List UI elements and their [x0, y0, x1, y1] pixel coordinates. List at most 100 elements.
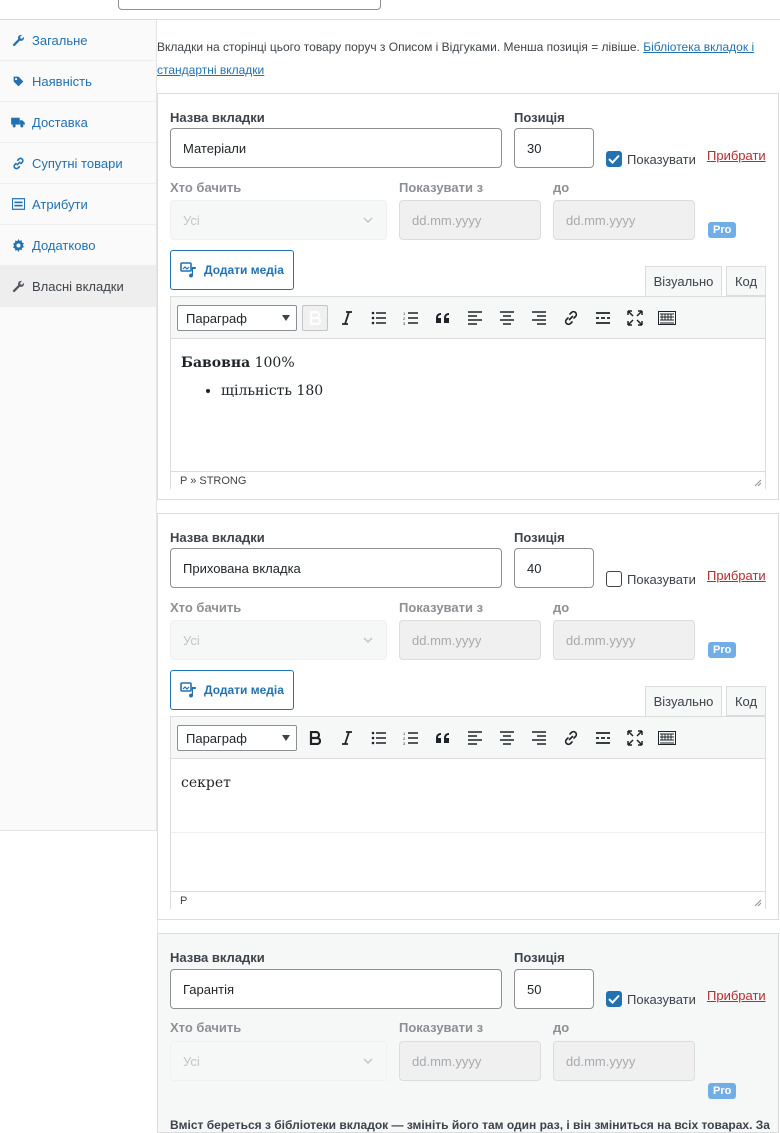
sidebar-item-label: Атрибути [32, 196, 88, 212]
show-checkbox[interactable] [606, 571, 622, 587]
sidebar-item-attributes[interactable]: Атрибути [0, 184, 156, 225]
audience-select: Усі [170, 1041, 387, 1081]
media-icon [180, 262, 198, 278]
custom-tab-card: Назва вкладки Прихована вкладка Позиція … [157, 513, 779, 920]
library-note: Вміст береться з бібліотеки вкладок — зм… [170, 1118, 770, 1132]
tab-visual[interactable]: Візуально [645, 686, 722, 716]
sidebar-item-label: Супутні товари [32, 155, 123, 171]
show-checkbox[interactable] [606, 151, 622, 167]
position-label: Позиція [514, 110, 565, 125]
italic-icon [342, 731, 352, 745]
content-bold-text: Бавовна [181, 355, 251, 371]
date-from-input: dd.mm.yyyy [399, 620, 541, 660]
bullet-list-button[interactable] [366, 305, 392, 331]
remove-link[interactable]: Прибрати [707, 148, 766, 163]
tab-name-label: Назва вкладки [170, 950, 265, 965]
intro-description: Вкладки на сторінці цього товару поруч з… [157, 40, 640, 54]
bold-icon [309, 311, 321, 325]
editor-content[interactable]: секрет [171, 759, 765, 891]
align-left-button[interactable] [462, 725, 488, 751]
remove-link[interactable]: Прибрати [707, 988, 766, 1003]
sidebar-item-label: Наявність [32, 73, 92, 89]
align-right-icon [532, 731, 546, 745]
sidebar-item-general[interactable]: Загальне [0, 20, 156, 61]
sidebar-item-label: Загальне [32, 32, 88, 48]
custom-tab-card: Назва вкладки Гарантія Позиція 50 Показу… [157, 933, 779, 1133]
sidebar-item-linked-products[interactable]: Супутні товари [0, 143, 156, 184]
link-icon [564, 310, 578, 326]
tab-name-label: Назва вкладки [170, 530, 265, 545]
show-checkbox[interactable] [606, 991, 622, 1007]
svg-text:3: 3 [403, 741, 406, 745]
bold-button[interactable] [302, 725, 328, 751]
tab-visual[interactable]: Візуально [645, 266, 722, 296]
sidebar-item-inventory[interactable]: Наявність [0, 61, 156, 102]
editor-toolbar: Параграф 123 [171, 297, 765, 339]
add-media-button[interactable]: Додати медіа [170, 670, 294, 710]
resize-handle-icon[interactable] [754, 899, 762, 907]
read-more-button[interactable] [590, 725, 616, 751]
read-more-button[interactable] [590, 305, 616, 331]
quote-icon [436, 313, 449, 323]
element-path: P [171, 891, 765, 909]
fullscreen-icon [627, 730, 643, 746]
format-select[interactable]: Параграф [177, 305, 297, 331]
fullscreen-button[interactable] [622, 305, 648, 331]
align-center-button[interactable] [494, 305, 520, 331]
add-media-button[interactable]: Додати медіа [170, 250, 294, 290]
top-input-stub[interactable] [118, 0, 381, 10]
tab-name-input[interactable]: Матеріали [170, 128, 502, 168]
format-select[interactable]: Параграф [177, 725, 297, 751]
pro-badge: Pro [708, 642, 737, 658]
align-left-button[interactable] [462, 305, 488, 331]
keyboard-icon [658, 731, 676, 745]
bullet-list-icon [371, 311, 386, 325]
tab-name-input[interactable]: Гарантія [170, 969, 502, 1009]
blockquote-button[interactable] [430, 725, 456, 751]
audience-value: Усі [183, 1053, 200, 1069]
position-input[interactable]: 40 [514, 548, 594, 588]
chevron-down-icon [363, 217, 373, 224]
keyboard-icon [658, 311, 676, 325]
toolbar-toggle-button[interactable] [654, 725, 680, 751]
tab-code[interactable]: Код [726, 686, 766, 716]
rich-text-editor: Параграф 123 секрет P [170, 716, 766, 909]
show-from-label: Показувати з [399, 600, 484, 615]
align-right-button[interactable] [526, 305, 552, 331]
gear-icon [11, 238, 25, 252]
show-from-label: Показувати з [399, 180, 484, 195]
italic-button[interactable] [334, 725, 360, 751]
align-right-button[interactable] [526, 725, 552, 751]
insert-link-button[interactable] [558, 725, 584, 751]
remove-link[interactable]: Прибрати [707, 568, 766, 583]
media-icon [180, 682, 198, 698]
numbered-list-button[interactable]: 123 [398, 305, 424, 331]
align-left-icon [468, 731, 482, 745]
align-center-button[interactable] [494, 725, 520, 751]
align-right-icon [532, 311, 546, 325]
sidebar-item-shipping[interactable]: Доставка [0, 102, 156, 143]
bold-button[interactable] [302, 305, 328, 331]
resize-handle-icon[interactable] [754, 479, 762, 487]
content-text: секрет [181, 775, 231, 791]
position-input[interactable]: 30 [514, 128, 594, 168]
position-input[interactable]: 50 [514, 969, 594, 1009]
fullscreen-button[interactable] [622, 725, 648, 751]
tab-code[interactable]: Код [726, 266, 766, 296]
who-sees-label: Хто бачить [170, 180, 242, 195]
insert-link-button[interactable] [558, 305, 584, 331]
italic-button[interactable] [334, 305, 360, 331]
fullscreen-icon [627, 310, 643, 326]
read-more-icon [596, 732, 610, 744]
tab-name-input[interactable]: Прихована вкладка [170, 548, 502, 588]
sidebar-item-advanced[interactable]: Додатково [0, 225, 156, 266]
custom-tab-card: Назва вкладки Матеріали Позиція 30 Показ… [157, 93, 779, 500]
toolbar-toggle-button[interactable] [654, 305, 680, 331]
add-media-label: Додати медіа [204, 263, 284, 277]
blockquote-button[interactable] [430, 305, 456, 331]
numbered-list-button[interactable]: 123 [398, 725, 424, 751]
position-label: Позиція [514, 950, 565, 965]
sidebar-item-custom-tabs[interactable]: Власні вкладки [0, 266, 156, 307]
editor-content[interactable]: Бавовна 100% щільність 180 [171, 339, 765, 471]
bullet-list-button[interactable] [366, 725, 392, 751]
